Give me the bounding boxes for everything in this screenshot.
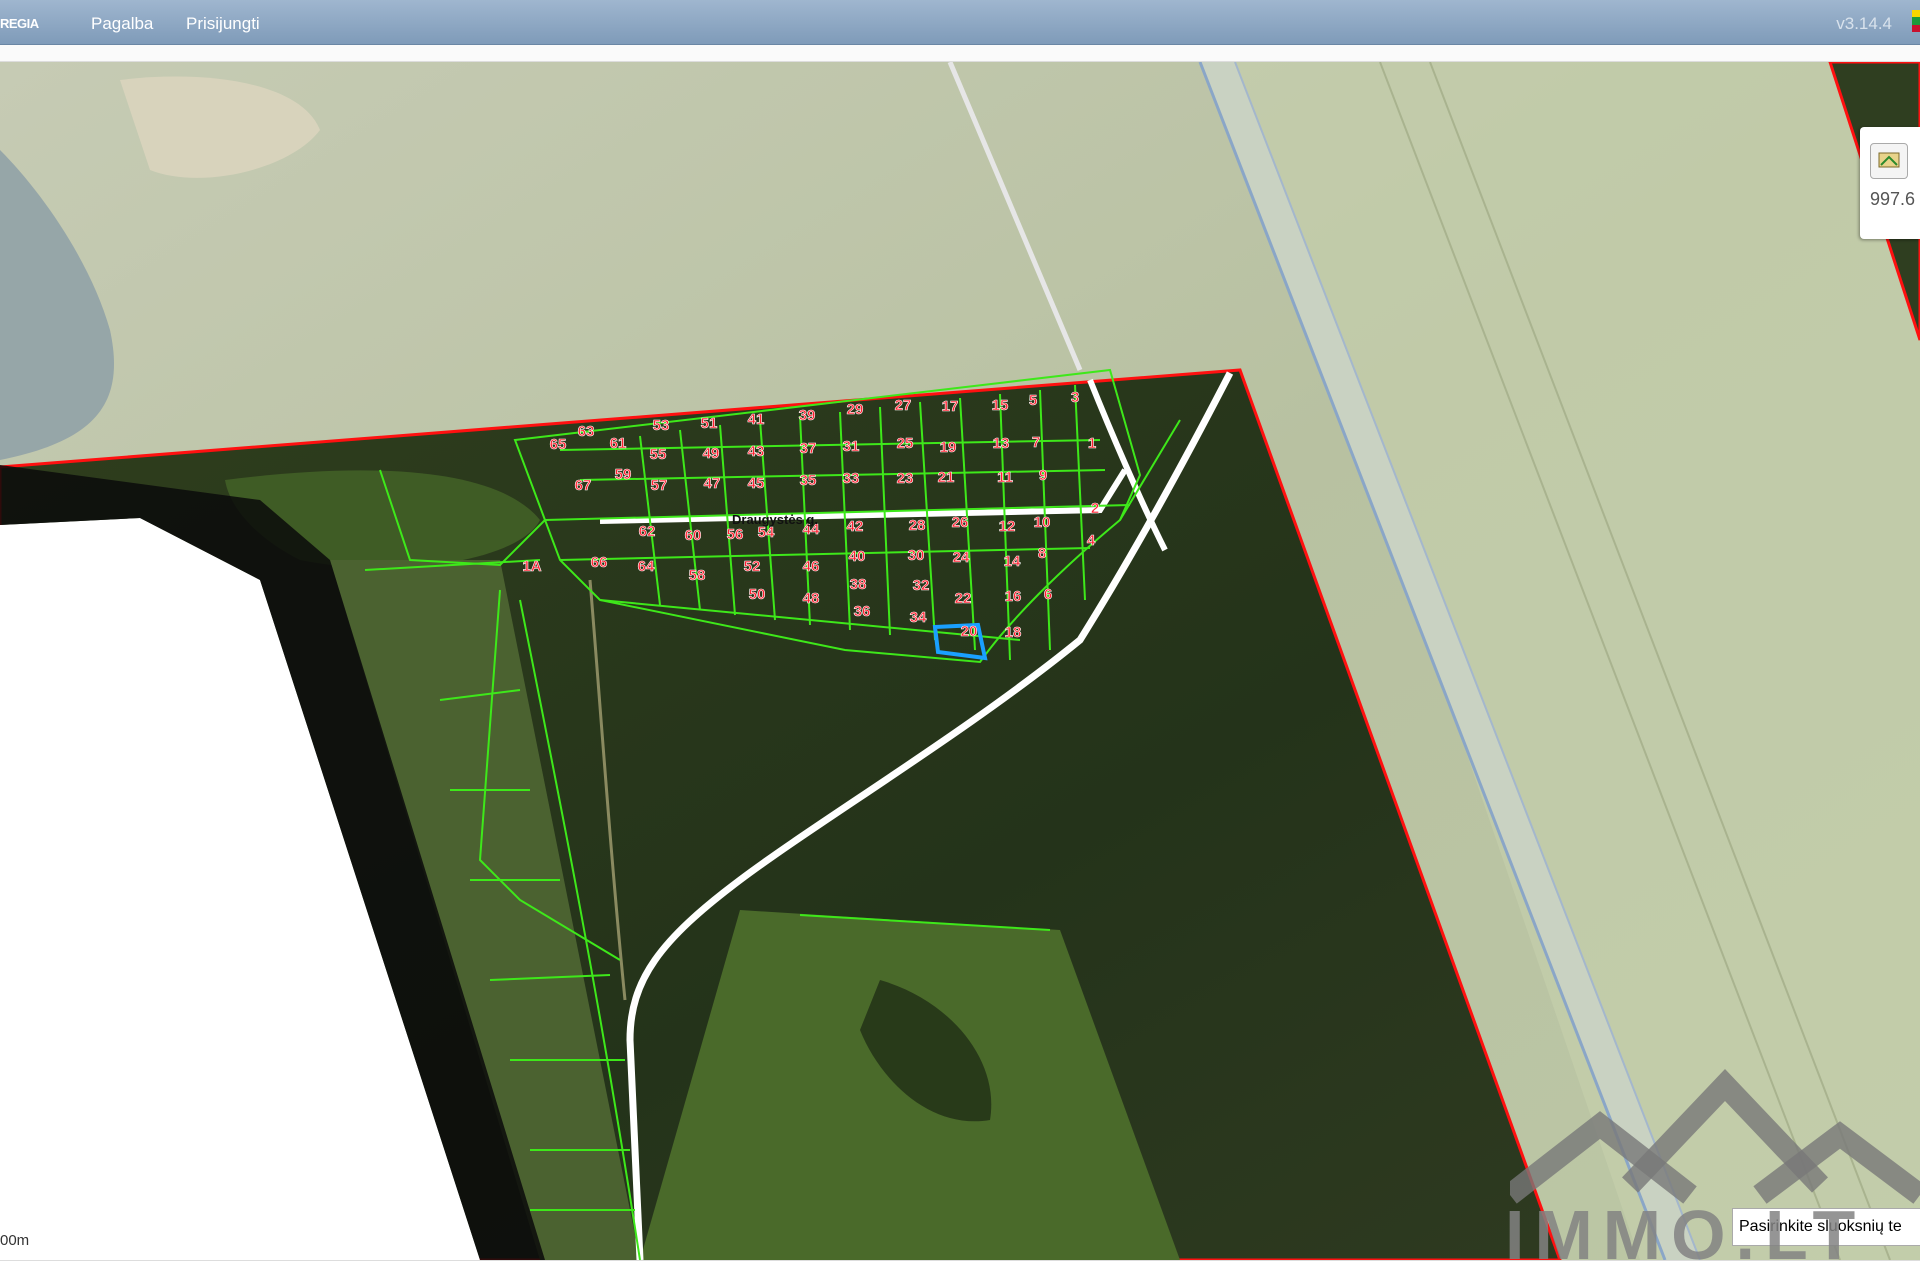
parcel-label-51[interactable]: 51 bbox=[700, 415, 718, 433]
map-layer-icon[interactable] bbox=[1870, 143, 1908, 179]
parcel-label-49[interactable]: 49 bbox=[702, 445, 720, 463]
toolbar-gap bbox=[0, 45, 1920, 62]
top-bar: REGIA Pagalba Prisijungti v3.14.4 bbox=[0, 0, 1920, 45]
app-logo: REGIA bbox=[0, 16, 39, 31]
parcel-label-9[interactable]: 9 bbox=[1039, 467, 1048, 485]
parcel-label-32[interactable]: 32 bbox=[912, 577, 930, 595]
parcel-label-67[interactable]: 67 bbox=[574, 477, 592, 495]
parcel-label-25[interactable]: 25 bbox=[896, 435, 914, 453]
parcel-label-3[interactable]: 3 bbox=[1071, 389, 1080, 407]
parcel-label-38[interactable]: 38 bbox=[849, 576, 867, 594]
parcel-label-63[interactable]: 63 bbox=[577, 423, 595, 441]
parcel-label-65[interactable]: 65 bbox=[549, 436, 567, 454]
parcel-label-33[interactable]: 33 bbox=[842, 470, 860, 488]
parcel-label-22[interactable]: 22 bbox=[954, 590, 972, 608]
parcel-label-13[interactable]: 13 bbox=[992, 435, 1010, 453]
parcel-label-45[interactable]: 45 bbox=[747, 475, 765, 493]
parcel-label-34[interactable]: 34 bbox=[909, 609, 927, 627]
parcel-label-1a[interactable]: 1A bbox=[522, 558, 542, 576]
parcel-label-16[interactable]: 16 bbox=[1004, 588, 1022, 606]
parcel-label-15[interactable]: 15 bbox=[991, 397, 1009, 415]
parcel-label-1[interactable]: 1 bbox=[1088, 435, 1097, 453]
parcel-label-27[interactable]: 27 bbox=[894, 397, 912, 415]
parcel-label-58[interactable]: 58 bbox=[688, 567, 706, 585]
widget-value: 997.6 bbox=[1870, 189, 1916, 209]
parcel-label-48[interactable]: 48 bbox=[802, 590, 820, 608]
parcel-label-40[interactable]: 40 bbox=[848, 548, 866, 566]
parcel-label-8[interactable]: 8 bbox=[1038, 545, 1047, 563]
parcel-label-37[interactable]: 37 bbox=[799, 440, 817, 458]
parcel-label-14[interactable]: 14 bbox=[1003, 553, 1021, 571]
parcel-label-35[interactable]: 35 bbox=[799, 472, 817, 490]
flag-icon bbox=[1912, 10, 1920, 32]
map-tool-widget[interactable]: 997.6 bbox=[1860, 127, 1920, 239]
parcel-label-10[interactable]: 10 bbox=[1033, 514, 1051, 532]
scale-label: 00m bbox=[0, 1232, 30, 1249]
parcel-label-4[interactable]: 4 bbox=[1087, 532, 1097, 550]
parcel-label-64[interactable]: 64 bbox=[637, 558, 655, 576]
parcel-label-6[interactable]: 6 bbox=[1044, 586, 1053, 604]
parcel-label-5[interactable]: 5 bbox=[1029, 392, 1038, 410]
parcel-label-20[interactable]: 20 bbox=[960, 623, 978, 641]
parcel-label-57[interactable]: 57 bbox=[650, 477, 668, 495]
parcel-label-50[interactable]: 50 bbox=[748, 586, 766, 604]
parcel-label-47[interactable]: 47 bbox=[703, 475, 721, 493]
parcel-label-59[interactable]: 59 bbox=[614, 466, 632, 484]
parcel-label-24[interactable]: 24 bbox=[952, 549, 970, 567]
menu-login[interactable]: Prisijungti bbox=[186, 14, 260, 34]
watermark-logo bbox=[1510, 1069, 1920, 1204]
parcel-label-28[interactable]: 28 bbox=[908, 517, 926, 535]
parcel-label-52[interactable]: 52 bbox=[743, 558, 761, 576]
parcel-label-31[interactable]: 31 bbox=[842, 438, 860, 456]
parcel-label-2[interactable]: 2 bbox=[1091, 500, 1100, 518]
version-label: v3.14.4 bbox=[1836, 14, 1892, 33]
parcel-label-56[interactable]: 56 bbox=[726, 526, 744, 544]
parcel-label-23[interactable]: 23 bbox=[896, 470, 914, 488]
parcel-label-55[interactable]: 55 bbox=[649, 446, 667, 464]
parcel-label-41[interactable]: 41 bbox=[747, 411, 765, 429]
parcel-label-43[interactable]: 43 bbox=[747, 443, 765, 461]
status-strip bbox=[0, 1260, 1920, 1281]
parcel-label-66[interactable]: 66 bbox=[590, 554, 608, 572]
menu-help[interactable]: Pagalba bbox=[91, 14, 153, 34]
parcel-label-46[interactable]: 46 bbox=[802, 558, 820, 576]
parcel-label-17[interactable]: 17 bbox=[941, 398, 959, 416]
parcel-label-42[interactable]: 42 bbox=[846, 518, 864, 536]
street-label: Draugystės g. bbox=[732, 512, 818, 527]
parcel-label-62[interactable]: 62 bbox=[638, 523, 656, 541]
parcel-label-18[interactable]: 18 bbox=[1004, 624, 1022, 642]
parcel-label-7[interactable]: 7 bbox=[1032, 434, 1041, 452]
parcel-label-21[interactable]: 21 bbox=[937, 469, 955, 487]
parcel-label-61[interactable]: 61 bbox=[609, 435, 627, 453]
parcel-label-30[interactable]: 30 bbox=[907, 547, 925, 565]
parcel-label-29[interactable]: 29 bbox=[846, 401, 864, 419]
parcel-label-60[interactable]: 60 bbox=[684, 527, 702, 545]
parcel-label-53[interactable]: 53 bbox=[652, 417, 670, 435]
parcel-label-19[interactable]: 19 bbox=[939, 439, 957, 457]
parcel-label-11[interactable]: 11 bbox=[997, 469, 1013, 487]
parcel-label-26[interactable]: 26 bbox=[951, 514, 969, 532]
parcel-label-36[interactable]: 36 bbox=[853, 603, 871, 621]
parcel-label-12[interactable]: 12 bbox=[998, 518, 1016, 536]
parcel-label-39[interactable]: 39 bbox=[798, 407, 816, 425]
